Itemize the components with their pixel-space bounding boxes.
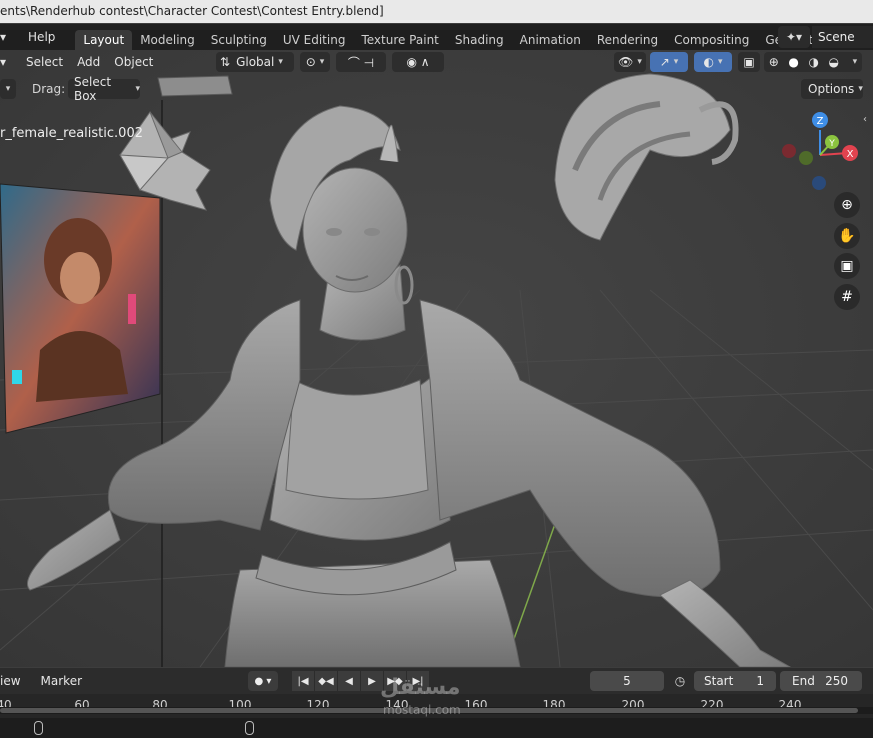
start-label: Start bbox=[704, 674, 734, 688]
tab-layout[interactable]: Layout bbox=[75, 30, 133, 50]
orientation-icon: ⇅ bbox=[220, 55, 231, 69]
rendered-shading-icon[interactable]: ◒ bbox=[829, 55, 839, 69]
status-bar bbox=[0, 718, 873, 738]
gizmo-x-label: X bbox=[847, 149, 854, 160]
tab-compositing[interactable]: Compositing bbox=[666, 30, 757, 50]
menu-add[interactable]: Add bbox=[70, 52, 107, 72]
pivot-point-dropdown[interactable]: ⊙ ▾ bbox=[300, 52, 330, 72]
tab-shading[interactable]: Shading bbox=[447, 30, 512, 50]
overlay-toggle[interactable]: ◐ ▾ bbox=[694, 52, 732, 72]
timeline-menu-view[interactable]: iew bbox=[0, 674, 21, 688]
mouse-middle-icon bbox=[245, 721, 254, 735]
mode-arrow[interactable]: ▾ bbox=[0, 52, 13, 72]
overlay-icon: ◐ bbox=[703, 55, 714, 69]
end-frame-field[interactable]: End 250 bbox=[780, 671, 862, 691]
timeline-menu-marker[interactable]: Marker bbox=[41, 674, 82, 688]
jump-start-icon[interactable]: |◀ bbox=[292, 671, 314, 691]
tab-sculpting[interactable]: Sculpting bbox=[203, 30, 275, 50]
prev-keyframe-icon[interactable]: ◆◀ bbox=[315, 671, 337, 691]
scene-icon[interactable]: ✦▾ bbox=[778, 26, 810, 48]
mouse-left-icon bbox=[34, 721, 43, 735]
pivot-icon: ⊙ bbox=[305, 55, 316, 69]
tab-animation[interactable]: Animation bbox=[512, 30, 589, 50]
clock-icon[interactable]: ◷ bbox=[670, 671, 690, 691]
eye-icon: 👁 bbox=[618, 55, 634, 69]
xray-icon: ▣ bbox=[743, 55, 755, 69]
sidebar-collapse-arrow[interactable]: ‹ bbox=[863, 114, 873, 132]
drag-label: Drag: bbox=[32, 82, 66, 96]
chevron-down-icon: ▾ bbox=[673, 57, 679, 67]
gizmo-neg-y-handle[interactable] bbox=[799, 151, 813, 165]
solid-shading-icon[interactable]: ● bbox=[788, 55, 798, 69]
gizmo-z-label: Z bbox=[817, 116, 824, 127]
active-object-name: r_female_realistic.002 bbox=[0, 126, 143, 141]
3d-viewport[interactable]: Z X Y ▾ Select Add Object ⇅ Global ▾ ⊙ ▾ … bbox=[0, 50, 873, 667]
snap-toggle[interactable]: ⌒ ⊣ bbox=[336, 52, 386, 72]
gizmo-icon: ↗ bbox=[659, 55, 670, 69]
top-menu-bar: ▾ Help Layout Modeling Sculpting UV Edit… bbox=[0, 24, 873, 50]
tool-settings-row: ▾ Drag: Select Box ▾ Options ▾ bbox=[0, 75, 873, 103]
scene-name-field[interactable]: Scene bbox=[812, 26, 873, 48]
snap-icon: ⌒ ⊣ bbox=[347, 55, 375, 70]
chevron-down-icon: ▾ bbox=[135, 84, 140, 94]
window-title: ents\Renderhub contest\Character Contest… bbox=[0, 4, 384, 18]
transform-orientation-dropdown[interactable]: ⇅ Global ▾ bbox=[216, 52, 294, 72]
tab-rendering[interactable]: Rendering bbox=[589, 30, 666, 50]
shading-mode-group: ⊕ ● ◑ ◒ ▾ bbox=[764, 52, 862, 72]
menu-select[interactable]: Select bbox=[19, 52, 70, 72]
visibility-dropdown[interactable]: 👁 ▾ bbox=[614, 52, 646, 72]
chevron-down-icon: ▾ bbox=[5, 84, 11, 94]
material-shading-icon[interactable]: ◑ bbox=[808, 55, 818, 69]
chevron-down-icon: ▾ bbox=[278, 57, 283, 67]
chevron-down-icon: ▾ bbox=[319, 57, 325, 67]
chevron-down-icon[interactable]: ▾ bbox=[853, 57, 858, 67]
wireframe-shading-icon[interactable]: ⊕ bbox=[769, 55, 779, 69]
window-title-bar: ents\Renderhub contest\Character Contest… bbox=[0, 0, 873, 23]
start-value: 1 bbox=[756, 674, 764, 688]
watermark-arabic: مستقل bbox=[380, 675, 461, 700]
play-reverse-icon[interactable]: ◀ bbox=[338, 671, 360, 691]
proportional-edit-toggle[interactable]: ◉ ∧ bbox=[392, 52, 444, 72]
watermark-latin: mostaql.com bbox=[383, 703, 461, 717]
drag-select-value: Select Box bbox=[74, 75, 112, 103]
keying-dropdown[interactable]: ● ▾ bbox=[248, 671, 278, 691]
workspace-tabs: Layout Modeling Sculpting UV Editing Tex… bbox=[75, 24, 860, 50]
options-dropdown[interactable]: Options ▾ bbox=[801, 79, 863, 99]
scene-selector[interactable]: ✦▾ Scene bbox=[778, 26, 873, 48]
camera-icon[interactable]: ▣ bbox=[834, 253, 860, 279]
tool-mode-dropdown[interactable]: ▾ bbox=[0, 79, 16, 99]
xray-toggle[interactable]: ▣ bbox=[738, 52, 760, 72]
end-value: 250 bbox=[825, 674, 848, 688]
gizmo-y-label: Y bbox=[828, 139, 835, 149]
tab-uv-editing[interactable]: UV Editing bbox=[275, 30, 354, 50]
tab-modeling[interactable]: Modeling bbox=[132, 30, 203, 50]
gizmo-toggle[interactable]: ↗ ▾ bbox=[650, 52, 688, 72]
chevron-down-icon: ▾ bbox=[637, 57, 642, 67]
gizmo-neg-x-handle[interactable] bbox=[782, 144, 796, 158]
zoom-icon[interactable]: ⊕ bbox=[834, 192, 860, 218]
gizmo-neg-z-handle[interactable] bbox=[812, 176, 826, 190]
start-frame-field[interactable]: Start 1 bbox=[694, 671, 776, 691]
proportional-icon: ◉ ∧ bbox=[406, 55, 430, 69]
tab-texture-paint[interactable]: Texture Paint bbox=[353, 30, 446, 50]
chevron-down-icon: ▾ bbox=[717, 57, 723, 67]
menu-help[interactable]: Help bbox=[22, 30, 61, 44]
options-label: Options bbox=[808, 82, 855, 96]
pan-hand-icon[interactable]: ✋ bbox=[834, 223, 860, 249]
drag-select-dropdown[interactable]: Select Box ▾ bbox=[68, 75, 140, 103]
grid-view-icon[interactable]: # bbox=[834, 284, 860, 310]
end-label: End bbox=[792, 674, 815, 688]
orientation-value: Global bbox=[236, 55, 275, 69]
chevron-down-icon: ▾ bbox=[858, 84, 863, 94]
viewport-scene: Z X Y bbox=[0, 50, 873, 667]
reference-image-plane[interactable] bbox=[0, 183, 161, 434]
menu-view-arrow[interactable]: ▾ bbox=[0, 30, 12, 44]
current-frame-field[interactable]: 5 bbox=[590, 671, 664, 691]
menu-object[interactable]: Object bbox=[107, 52, 160, 72]
current-frame-value: 5 bbox=[623, 674, 631, 688]
